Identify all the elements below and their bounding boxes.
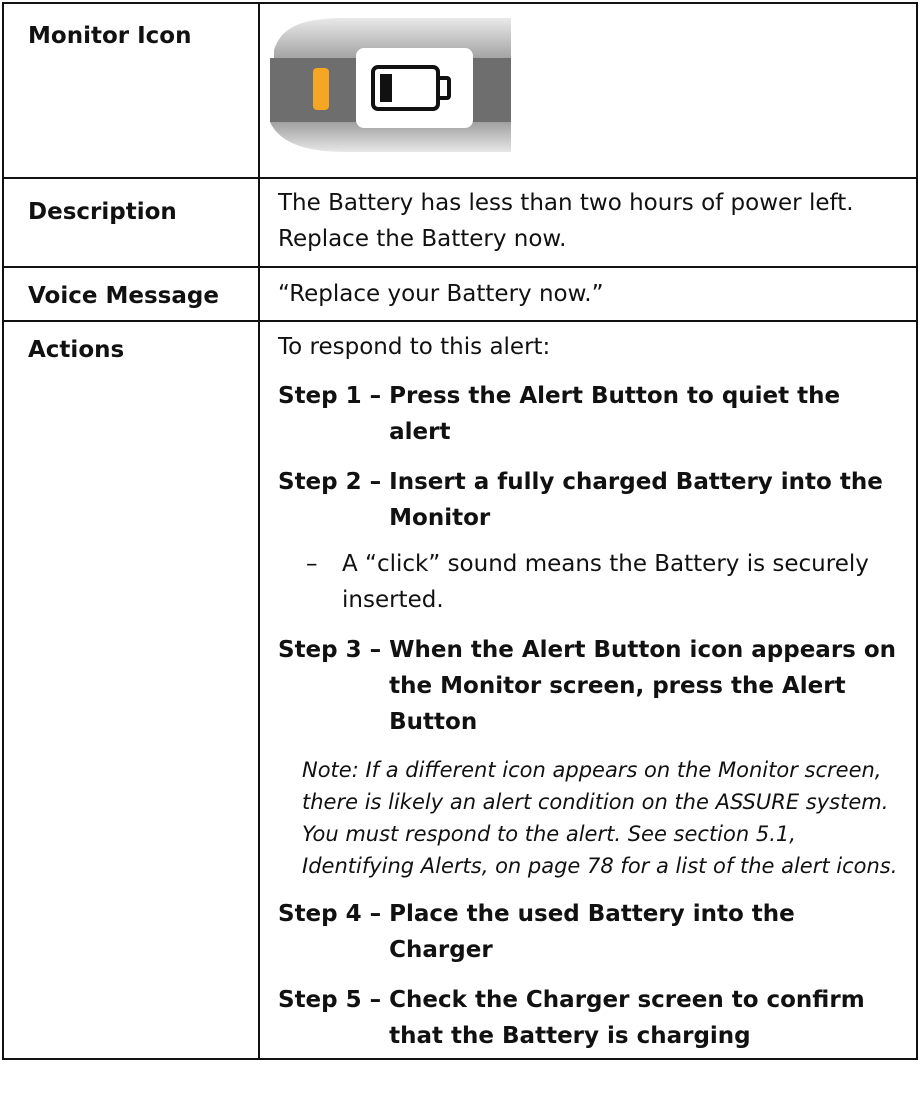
step-text: Insert a fully charged Battery into the … <box>389 469 883 531</box>
step-5: Step 5 – Check the Charger screen to con… <box>278 982 902 1054</box>
step-number: Step 3 – <box>278 637 390 663</box>
low-battery-icon <box>270 18 511 152</box>
sub-bullet: – A “click” sound means the Battery is s… <box>278 546 902 618</box>
note-text: Note: If a different icon appears on the… <box>302 758 898 878</box>
row-label: Actions <box>28 337 125 363</box>
step-text: Press the Alert Button to quiet the aler… <box>389 383 841 445</box>
step-text: Place the used Battery into the Charger <box>389 901 795 963</box>
indicator-light <box>313 68 329 110</box>
value-cell: “Replace your Battery now.” <box>258 266 918 322</box>
row-label: Voice Message <box>28 283 219 309</box>
sub-bullet-text: A “click” sound means the Battery is sec… <box>342 551 869 613</box>
value-cell: To respond to this alert: Step 1 – Press… <box>258 320 918 1060</box>
step-text: Check the Charger screen to confirm that… <box>389 987 865 1049</box>
dash-bullet: – <box>306 551 318 577</box>
value-cell: The Battery has less than two hours of p… <box>258 177 918 268</box>
label-cell: Actions <box>2 320 260 1060</box>
row-description: Description The Battery has less than tw… <box>2 177 918 268</box>
label-cell: Description <box>2 177 260 268</box>
row-monitor-icon: Monitor Icon <box>2 2 918 179</box>
step-text: When the Alert Button icon appears on th… <box>389 637 897 735</box>
description-text: The Battery has less than two hours of p… <box>278 190 854 252</box>
step-number: Step 2 – <box>278 469 390 495</box>
voice-message-text: “Replace your Battery now.” <box>278 281 604 307</box>
step-3: Step 3 – When the Alert Button icon appe… <box>278 632 902 740</box>
row-actions: Actions To respond to this alert: Step 1… <box>2 320 918 1060</box>
step-number: Step 4 – <box>278 901 390 927</box>
step-1: Step 1 – Press the Alert Button to quiet… <box>278 378 902 450</box>
row-voice-message: Voice Message “Replace your Battery now.… <box>2 266 918 322</box>
value-cell <box>258 2 918 179</box>
battery-level-fill <box>380 74 392 102</box>
step-2: Step 2 – Insert a fully charged Battery … <box>278 464 902 536</box>
row-label: Description <box>28 199 177 225</box>
alert-table: Monitor Icon Description The Battery has… <box>2 2 918 1060</box>
step-number: Step 5 – <box>278 987 390 1013</box>
step-4: Step 4 – Place the used Battery into the… <box>278 896 902 968</box>
label-cell: Monitor Icon <box>2 2 260 179</box>
label-cell: Voice Message <box>2 266 260 322</box>
step-number: Step 1 – <box>278 383 390 409</box>
row-label: Monitor Icon <box>28 23 192 49</box>
monitor-device-image <box>266 14 511 158</box>
actions-intro: To respond to this alert: <box>278 334 551 360</box>
